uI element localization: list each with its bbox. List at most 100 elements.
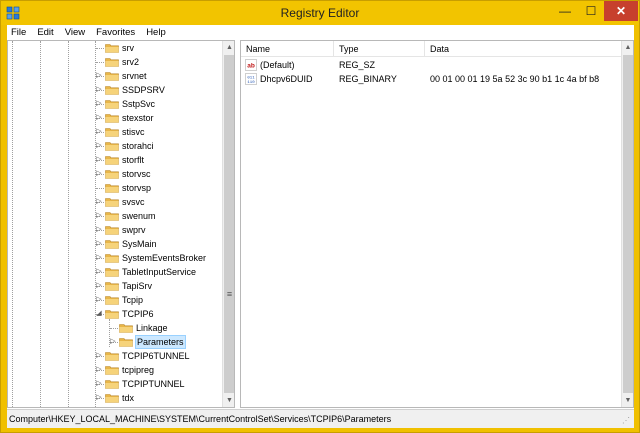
column-header-name[interactable]: Name xyxy=(246,44,270,54)
expand-arrow-icon[interactable]: ▷ xyxy=(95,100,103,108)
tree-item-label: storvsc xyxy=(122,169,151,179)
tree-item[interactable]: ▷ SstpSvc xyxy=(8,97,222,111)
folder-icon xyxy=(105,240,119,249)
tree-vertical-scrollbar[interactable]: ▲ ≡ ▼ xyxy=(222,41,234,407)
folder-icon xyxy=(119,324,133,333)
expand-arrow-icon[interactable]: ▷ xyxy=(95,86,103,94)
scroll-thumb[interactable] xyxy=(224,55,234,393)
tree-item[interactable]: ▷ tcpipreg xyxy=(8,363,222,377)
tree-item-label: tdx xyxy=(122,393,135,403)
key-tree: srv srv2 ▷ srvnet ▷ SSDPSRV ▷ SstpSvc ▷ stexstor ▷… xyxy=(8,41,222,407)
expand-arrow-icon[interactable]: ▷ xyxy=(95,268,103,276)
tree-item[interactable]: storvsp xyxy=(8,181,222,195)
expand-arrow-icon[interactable]: ▷ xyxy=(95,170,103,178)
scroll-down-arrow-icon[interactable]: ▼ xyxy=(622,394,633,407)
tree-item[interactable]: ▷ TCPIPTUNNEL xyxy=(8,377,222,391)
folder-icon xyxy=(105,128,119,137)
column-separator[interactable] xyxy=(424,41,425,57)
menu-file[interactable]: File xyxy=(11,27,26,38)
expand-arrow-icon[interactable]: ▷ xyxy=(95,72,103,80)
tree-item[interactable]: Linkage xyxy=(8,321,222,335)
expand-arrow-icon[interactable]: ▷ xyxy=(95,254,103,262)
tree-item[interactable]: srv xyxy=(8,41,222,55)
list-row[interactable]: ab (Default) REG_SZ xyxy=(241,58,633,72)
tree-item[interactable]: ▷ TCPIP6TUNNEL xyxy=(8,349,222,363)
expand-arrow-icon[interactable]: ▷ xyxy=(95,212,103,220)
expand-arrow-icon[interactable]: ▷ xyxy=(95,240,103,248)
expand-arrow-icon[interactable]: ▷ xyxy=(95,156,103,164)
tree-item[interactable]: ▷ swenum xyxy=(8,209,222,223)
folder-icon xyxy=(105,198,119,207)
minimize-button[interactable]: — xyxy=(552,1,578,21)
values-list-pane[interactable]: Name Type Data ab (Default) REG_SZ 011 1… xyxy=(240,40,634,408)
registry-editor-window: Registry Editor — ☐ ✕ File Edit View Fav… xyxy=(0,0,640,433)
tree-item[interactable]: ▷ SSDPSRV xyxy=(8,83,222,97)
tree-item-label: TCPIPTUNNEL xyxy=(122,379,185,389)
column-separator[interactable] xyxy=(333,41,334,57)
scroll-up-arrow-icon[interactable]: ▲ xyxy=(223,41,234,54)
expand-arrow-icon[interactable]: ▷ xyxy=(95,352,103,360)
tree-item[interactable]: ▷ Parameters xyxy=(8,335,222,349)
menu-edit[interactable]: Edit xyxy=(37,27,53,38)
tree-item[interactable]: srv2 xyxy=(8,55,222,69)
tree-item[interactable]: ▷ tdx xyxy=(8,391,222,405)
scroll-thumb[interactable] xyxy=(623,55,633,393)
tree-item-label: Parameters xyxy=(135,335,186,349)
folder-icon xyxy=(105,72,119,81)
expand-arrow-icon[interactable]: ▷ xyxy=(95,394,103,402)
menu-view[interactable]: View xyxy=(65,27,85,38)
tree-item[interactable]: ▷ SystemEventsBroker xyxy=(8,251,222,265)
tree-item[interactable]: ▷ TapiSrv xyxy=(8,279,222,293)
collapse-arrow-icon[interactable]: ◢ xyxy=(95,310,103,318)
expand-arrow-icon[interactable]: ▷ xyxy=(109,338,117,346)
expand-arrow-icon[interactable]: ▷ xyxy=(95,226,103,234)
expand-arrow-icon[interactable]: ▷ xyxy=(95,198,103,206)
folder-icon xyxy=(105,310,119,319)
tree-item[interactable]: ◢ TCPIP6 xyxy=(8,307,222,321)
expand-arrow-icon[interactable]: ▷ xyxy=(95,128,103,136)
folder-icon xyxy=(105,44,119,53)
key-tree-pane[interactable]: srv srv2 ▷ srvnet ▷ SSDPSRV ▷ SstpSvc ▷ stexstor ▷… xyxy=(7,40,235,408)
expand-arrow-icon[interactable]: ▷ xyxy=(95,114,103,122)
tree-item[interactable]: ▷ storahci xyxy=(8,139,222,153)
tree-item-label: TabletInputService xyxy=(122,267,197,277)
tree-item[interactable]: ▷ storflt xyxy=(8,153,222,167)
tree-item[interactable]: ▷ svsvc xyxy=(8,195,222,209)
menu-help[interactable]: Help xyxy=(146,27,166,38)
tree-item[interactable]: ▷ srvnet xyxy=(8,69,222,83)
tree-item[interactable]: ▷ swprv xyxy=(8,223,222,237)
tree-item[interactable]: ▷ TabletInputService xyxy=(8,265,222,279)
list-row[interactable]: 011 110 Dhcpv6DUID REG_BINARY 00 01 00 0… xyxy=(241,72,633,86)
expand-arrow-icon[interactable]: ▷ xyxy=(95,380,103,388)
expand-arrow-icon[interactable]: ▷ xyxy=(95,296,103,304)
folder-icon xyxy=(105,380,119,389)
expand-arrow-icon[interactable]: ▷ xyxy=(95,142,103,150)
binary-icon-text-top: 011 xyxy=(247,77,255,81)
column-header-type[interactable]: Type xyxy=(339,44,359,54)
list-vertical-scrollbar[interactable]: ▲ ▼ xyxy=(621,41,633,407)
maximize-button[interactable]: ☐ xyxy=(578,1,604,21)
tree-item-label: stexstor xyxy=(122,113,154,123)
scroll-grip-icon: ≡ xyxy=(226,289,233,299)
expand-arrow-icon[interactable]: ▷ xyxy=(95,282,103,290)
client-area: srv srv2 ▷ srvnet ▷ SSDPSRV ▷ SstpSvc ▷ stexstor ▷… xyxy=(7,40,634,428)
close-button[interactable]: ✕ xyxy=(604,1,638,21)
folder-icon xyxy=(105,114,119,123)
scroll-up-arrow-icon[interactable]: ▲ xyxy=(622,41,633,54)
tree-item[interactable]: ▷ Tcpip xyxy=(8,293,222,307)
menu-bar: File Edit View Favorites Help xyxy=(7,25,634,40)
scroll-down-arrow-icon[interactable]: ▼ xyxy=(223,394,234,407)
column-header-data[interactable]: Data xyxy=(430,44,449,54)
tree-item[interactable]: ▷ stisvc xyxy=(8,125,222,139)
resize-grip-icon[interactable]: ⋰ xyxy=(622,416,632,426)
folder-icon xyxy=(105,212,119,221)
title-bar[interactable]: Registry Editor — ☐ ✕ xyxy=(1,1,639,25)
value-type: REG_BINARY xyxy=(339,74,397,84)
tree-item-label: srv2 xyxy=(122,57,140,67)
tree-item-label: storvsp xyxy=(122,183,152,193)
tree-item[interactable]: ▷ SysMain xyxy=(8,237,222,251)
tree-item[interactable]: ▷ stexstor xyxy=(8,111,222,125)
expand-arrow-icon[interactable]: ▷ xyxy=(95,366,103,374)
tree-item[interactable]: ▷ storvsc xyxy=(8,167,222,181)
menu-favorites[interactable]: Favorites xyxy=(96,27,135,38)
